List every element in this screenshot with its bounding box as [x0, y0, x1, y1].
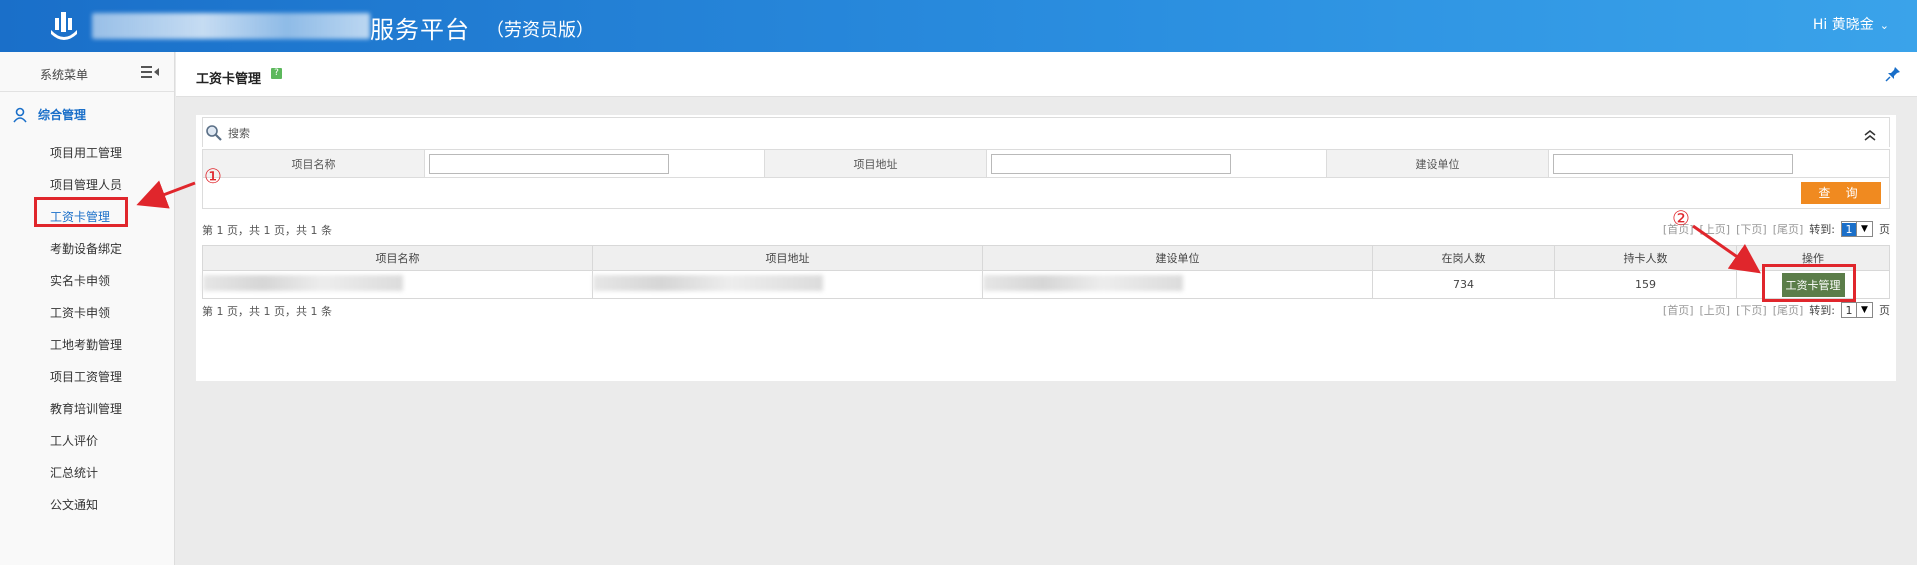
filter-label-construction-unit: 建设单位	[1326, 149, 1549, 178]
sidebar-item-project-managers[interactable]: 项目管理人员	[50, 176, 122, 193]
page-select[interactable]: 1 ▼	[1841, 221, 1873, 237]
prev-page-link[interactable]: [上页]	[1700, 221, 1731, 237]
cell-on-duty: 734	[1372, 270, 1555, 299]
chevron-down-icon: ⌄	[1879, 19, 1889, 32]
first-page-link[interactable]: [首页]	[1663, 302, 1694, 318]
search-icon	[206, 125, 222, 141]
last-page-link[interactable]: [尾页]	[1773, 302, 1804, 318]
redacted-org-name	[92, 13, 370, 39]
query-row: 查 询	[202, 177, 1890, 209]
collapse-up-icon[interactable]	[1863, 128, 1877, 142]
filter-label-project-address: 项目地址	[764, 149, 987, 178]
annotation-step-2: ②	[1672, 206, 1690, 230]
table-row: 734 159 工资卡管理	[202, 270, 1890, 299]
next-page-link[interactable]: [下页]	[1736, 221, 1767, 237]
annotation-highlight-box-2	[1762, 264, 1856, 302]
next-page-link[interactable]: [下页]	[1736, 302, 1767, 318]
content-header: 工资卡管理 ?	[176, 52, 1917, 97]
goto-label: 转到:	[1809, 223, 1835, 236]
sidebar-item-site-attendance[interactable]: 工地考勤管理	[50, 336, 122, 353]
user-menu[interactable]: Hi 黄晓金 ⌄	[1813, 14, 1889, 34]
sidebar-item-project-labor[interactable]: 项目用工管理	[50, 144, 122, 161]
pager-bottom: 第 1 页，共 1 页，共 1 条 [首页] [上页] [下页] [尾页] 转到…	[202, 298, 1890, 320]
sidebar: 系统菜单 综合管理 项目用工管理 项目管理人员 工资卡管理 考勤设备绑定 实名卡…	[0, 52, 175, 565]
pager-info: 第 1 页，共 1 页，共 1 条	[202, 224, 332, 237]
page-suffix: 页	[1879, 304, 1890, 317]
cell-project-address	[592, 270, 983, 299]
column-header: 建设单位	[982, 245, 1373, 271]
pager-info: 第 1 页，共 1 页，共 1 条	[202, 305, 332, 318]
platform-logo-icon	[51, 12, 77, 40]
sidebar-item-notices[interactable]: 公文通知	[50, 496, 98, 513]
top-header: 服务平台 （劳资员版） Hi 黄晓金 ⌄	[0, 0, 1917, 52]
filter-table: 项目名称 项目地址 建设单位	[202, 149, 1890, 178]
last-page-link[interactable]: [尾页]	[1773, 221, 1804, 237]
pager-top: 第 1 页，共 1 页，共 1 条 [首页] [上页] [下页] [尾页] 转到…	[202, 217, 1890, 239]
filter-cell	[986, 149, 1327, 178]
page-suffix: 页	[1879, 223, 1890, 236]
user-icon	[13, 107, 27, 123]
pager-nav: [首页] [上页] [下页] [尾页] 转到: 1 ▼ 页	[1663, 221, 1890, 237]
construction-unit-input[interactable]	[1553, 153, 1793, 174]
sidebar-item-worker-review[interactable]: 工人评价	[50, 432, 98, 449]
redacted-text	[203, 275, 403, 291]
page-title: 工资卡管理	[196, 72, 262, 87]
annotation-highlight-box-1	[34, 197, 128, 227]
edition-label: （劳资员版）	[486, 20, 594, 41]
page-select-value: 1	[1842, 222, 1856, 236]
project-address-input[interactable]	[991, 153, 1231, 174]
project-name-input[interactable]	[429, 153, 669, 174]
annotation-step-1: ①	[204, 164, 222, 188]
column-header: 持卡人数	[1554, 245, 1737, 271]
search-bar: 搜索	[202, 117, 1890, 147]
filter-cell	[1548, 149, 1890, 178]
chevron-down-icon: ▼	[1856, 222, 1872, 236]
redacted-text	[593, 275, 823, 291]
page-select-value: 1	[1845, 303, 1853, 317]
filter-cell	[424, 149, 765, 178]
column-header: 在岗人数	[1372, 245, 1555, 271]
menu-group-comprehensive[interactable]: 综合管理	[12, 106, 86, 123]
sidebar-item-summary-stats[interactable]: 汇总统计	[50, 464, 98, 481]
chevron-down-icon: ▼	[1856, 303, 1872, 317]
help-icon[interactable]: ?	[271, 68, 282, 79]
sidebar-item-training[interactable]: 教育培训管理	[50, 400, 122, 417]
column-header: 项目名称	[202, 245, 593, 271]
platform-title: 服务平台	[370, 16, 470, 44]
page-select[interactable]: 1 ▼	[1841, 302, 1873, 318]
sidebar-item-realname-card[interactable]: 实名卡申领	[50, 272, 110, 289]
goto-label: 转到:	[1809, 304, 1835, 317]
redacted-text	[983, 275, 1183, 291]
filter-label-project-name: 项目名称	[202, 149, 425, 178]
sidebar-header: 系统菜单	[0, 52, 174, 92]
search-label: 搜索	[228, 127, 250, 140]
query-button[interactable]: 查 询	[1801, 182, 1881, 204]
collapse-menu-icon[interactable]	[141, 64, 161, 80]
pager-nav: [首页] [上页] [下页] [尾页] 转到: 1 ▼ 页	[1663, 302, 1890, 318]
prev-page-link[interactable]: [上页]	[1700, 302, 1731, 318]
cell-project-name	[202, 270, 593, 299]
main-panel: 搜索 项目名称 项目地址 建设单位 查 询 第 1 页，共 1 页，共 1 条 …	[196, 115, 1896, 381]
sidebar-item-project-wages[interactable]: 项目工资管理	[50, 368, 122, 385]
data-table: 项目名称 项目地址 建设单位 在岗人数 持卡人数 操作 734 159 工资卡管…	[202, 245, 1890, 299]
sidebar-item-attendance-device[interactable]: 考勤设备绑定	[50, 240, 122, 257]
user-greeting: Hi 黄晓金	[1812, 17, 1874, 33]
sidebar-title: 系统菜单	[40, 68, 89, 82]
cell-construction-unit	[982, 270, 1373, 299]
menu-group-label: 综合管理	[38, 108, 87, 122]
pin-icon[interactable]	[1885, 66, 1901, 82]
sidebar-item-wage-card-apply[interactable]: 工资卡申领	[50, 304, 110, 321]
column-header: 项目地址	[592, 245, 983, 271]
cell-card-holders: 159	[1554, 270, 1737, 299]
